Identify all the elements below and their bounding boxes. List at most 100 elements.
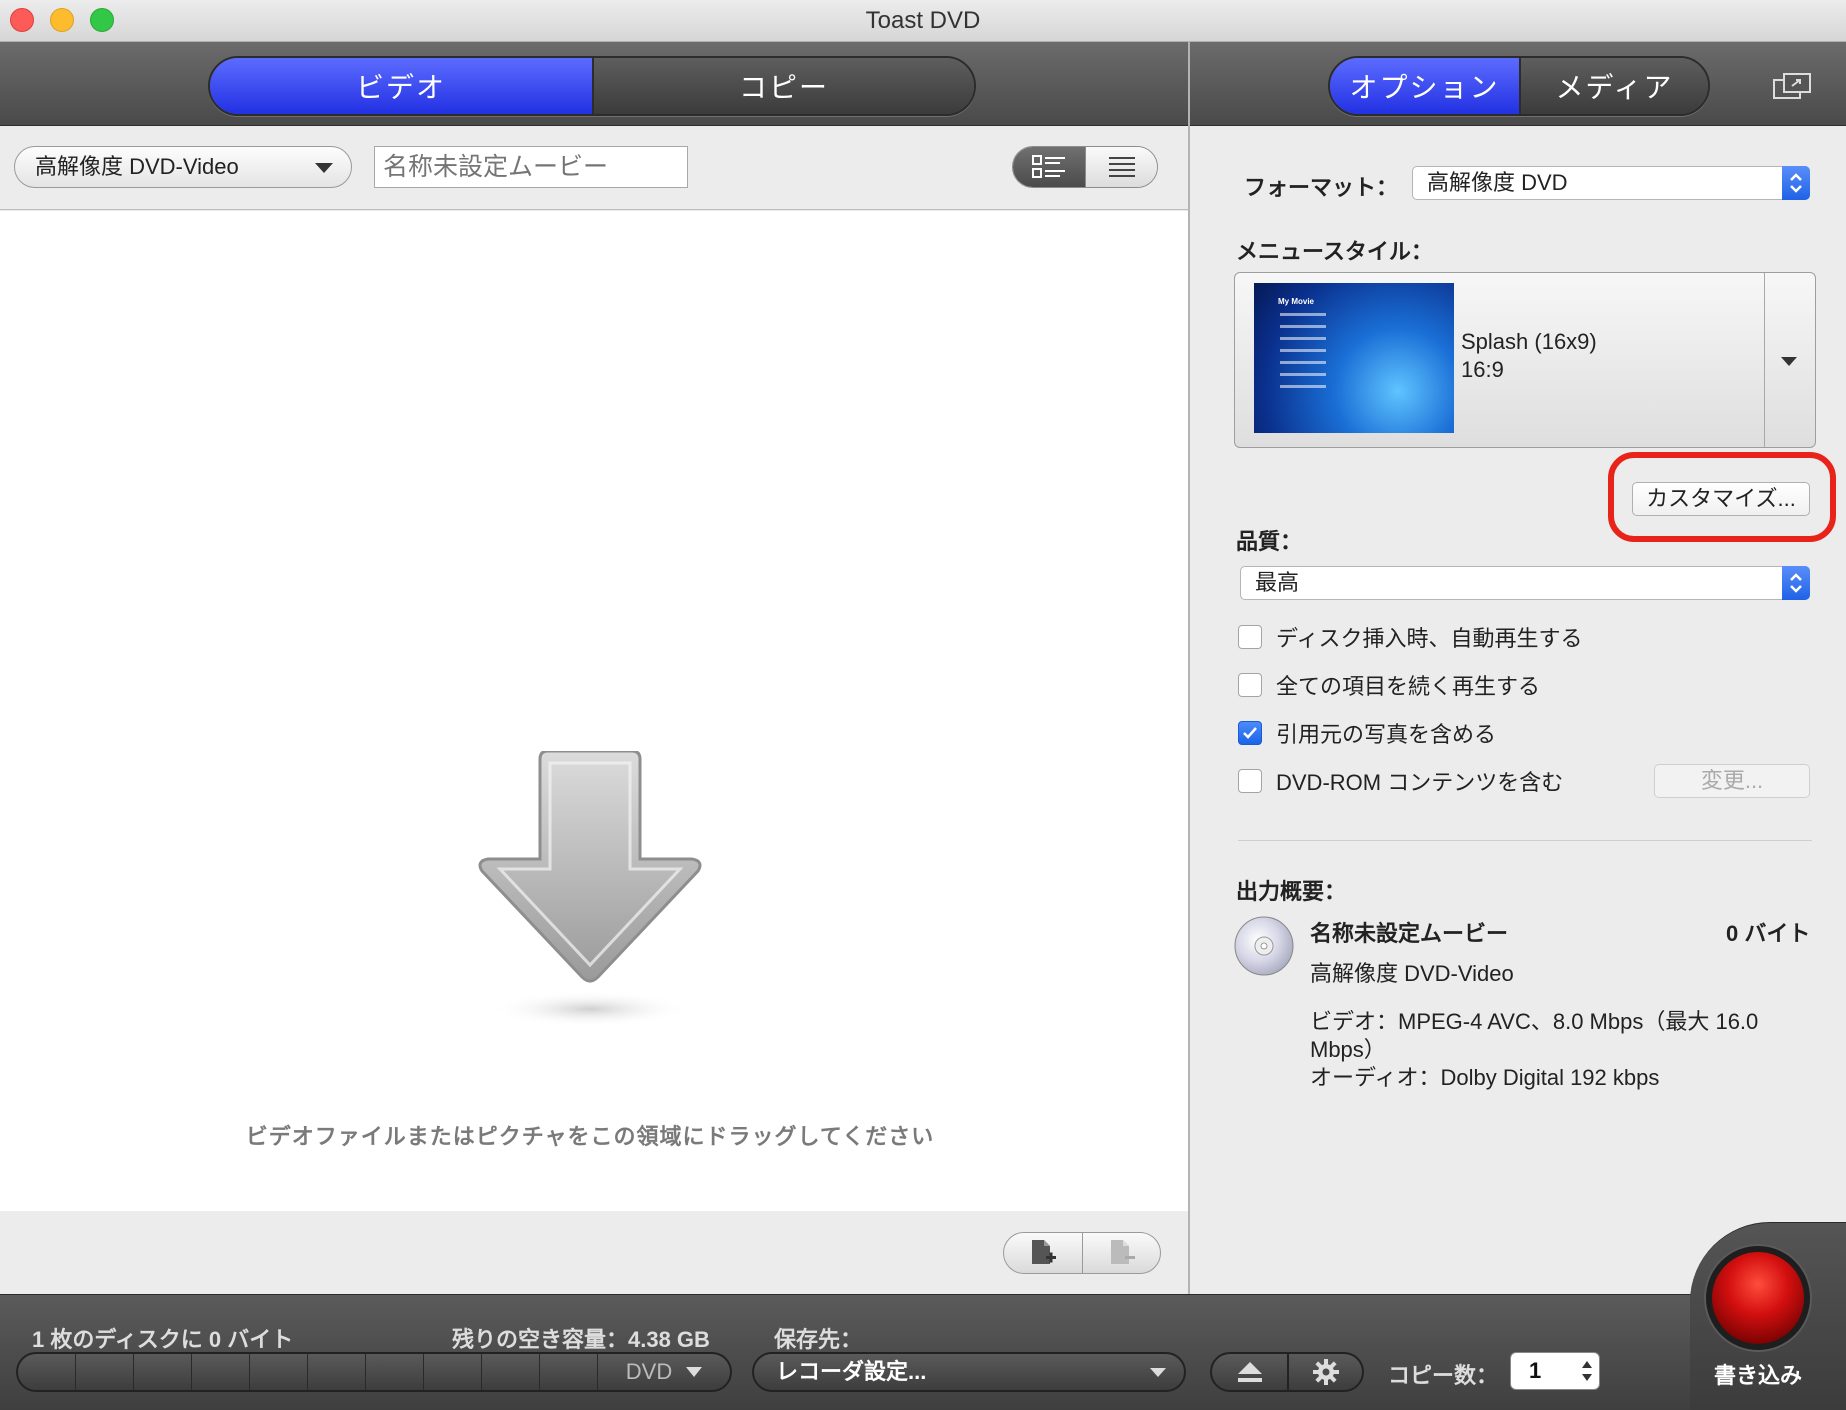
continuous-play-label: 全ての項目を続く再生する	[1276, 674, 1541, 699]
capacity-segment	[366, 1354, 424, 1390]
include-photos-checkbox-row[interactable]: 引用元の写真を含める	[1238, 718, 1496, 748]
stepper-icon	[1582, 1361, 1592, 1381]
chevron-down-icon	[315, 163, 333, 173]
menu-style-name: Splash (16x9)	[1461, 329, 1597, 354]
stepper-icon	[1782, 166, 1810, 200]
autoplay-checkbox-row[interactable]: ディスク挿入時、自動再生する	[1238, 622, 1582, 652]
title-bar: Toast DVD	[0, 0, 1846, 42]
gear-icon	[1312, 1359, 1339, 1385]
drop-hint-text: ビデオファイルまたはピクチャをこの領域にドラッグしてください	[245, 1124, 935, 1149]
menu-style-ratio: 16:9	[1461, 357, 1504, 382]
free-space-text: 残りの空き容量：4.38 GB	[452, 1327, 710, 1352]
project-type-tabs: ビデオ コピー	[208, 56, 976, 116]
list-view-icon	[1032, 155, 1065, 178]
thumbnail-line	[1280, 373, 1326, 376]
continuous-play-checkbox-row[interactable]: 全ての項目を続く再生する	[1238, 670, 1540, 700]
summary-format: 高解像度 DVD-Video	[1310, 961, 1514, 986]
menu-style-thumbnail: My Movie	[1254, 283, 1454, 433]
dvd-rom-checkbox[interactable]	[1238, 769, 1262, 793]
copies-stepper[interactable]: 1	[1510, 1352, 1600, 1390]
remove-file-icon	[1110, 1240, 1135, 1264]
disc-tools	[1210, 1352, 1364, 1392]
list-view-button[interactable]	[1013, 147, 1085, 187]
add-file-icon	[1032, 1240, 1056, 1264]
window-mode-icon[interactable]	[1772, 72, 1812, 102]
file-actions	[1003, 1232, 1161, 1274]
capacity-segment	[424, 1354, 482, 1390]
thumbnail-line	[1280, 361, 1326, 364]
thumbnail-line	[1280, 385, 1326, 388]
chevron-down-icon	[1150, 1368, 1166, 1377]
media-drop-area[interactable]: ビデオファイルまたはピクチャをこの領域にドラッグしてください	[0, 211, 1188, 1211]
chevron-down-icon	[1781, 357, 1797, 366]
destination-select[interactable]: レコーダ設定...	[752, 1352, 1186, 1392]
dvd-format-value: 高解像度 DVD	[1427, 170, 1568, 195]
thumbnail-line	[1280, 349, 1326, 352]
menu-style-divider	[1764, 273, 1765, 447]
capacity-segment	[540, 1354, 598, 1390]
include-photos-label: 引用元の写真を含める	[1276, 722, 1497, 747]
dvd-format-select[interactable]: 高解像度 DVD	[1412, 166, 1810, 200]
capacity-segment	[192, 1354, 250, 1390]
tab-options[interactable]: オプション	[1330, 58, 1519, 114]
copies-label: コピー数：	[1388, 1363, 1499, 1388]
add-file-button[interactable]	[1004, 1233, 1082, 1273]
summary-label: 出力概要：	[1236, 879, 1347, 904]
capacity-segment	[134, 1354, 192, 1390]
capacity-bar: DVD	[16, 1352, 732, 1392]
tab-media[interactable]: メディア	[1519, 58, 1708, 114]
destination-value: レコーダ設定...	[776, 1359, 927, 1384]
include-photos-checkbox[interactable]	[1238, 721, 1262, 745]
checkmark-icon	[1243, 727, 1257, 739]
continuous-play-checkbox[interactable]	[1238, 673, 1262, 697]
thumbnail-line	[1280, 337, 1326, 340]
eject-button[interactable]	[1212, 1354, 1287, 1390]
view-mode-toggle	[1012, 146, 1158, 188]
burn-label: 書き込み	[1713, 1363, 1802, 1388]
summary-title: 名称未設定ムービー	[1310, 921, 1509, 946]
disc-type-value: DVD	[625, 1359, 673, 1384]
section-divider	[1238, 840, 1812, 841]
quality-value: 最高	[1255, 570, 1300, 595]
autoplay-checkbox[interactable]	[1238, 625, 1262, 649]
thumbnail-line	[1280, 313, 1326, 316]
capacity-segment	[482, 1354, 540, 1390]
window-title: Toast DVD	[865, 7, 981, 34]
tab-video[interactable]: ビデオ	[210, 58, 592, 114]
project-format-value: 高解像度 DVD-Video	[35, 154, 239, 179]
change-button[interactable]: 変更...	[1654, 764, 1810, 798]
detail-view-icon	[1108, 157, 1135, 177]
capacity-segment	[76, 1354, 134, 1390]
thumbnail-title: My Movie	[1278, 297, 1315, 306]
format-label: フォーマット：	[1244, 175, 1399, 200]
disc-type-select[interactable]: DVD	[598, 1354, 730, 1390]
project-format-select[interactable]: 高解像度 DVD-Video	[14, 146, 352, 188]
detail-view-button[interactable]	[1085, 147, 1157, 187]
capacity-segment	[18, 1354, 76, 1390]
chevron-down-icon	[686, 1367, 703, 1377]
capacity-segment	[250, 1354, 308, 1390]
stepper-icon	[1782, 566, 1810, 600]
disc-icon	[1234, 916, 1294, 976]
copies-value: 1	[1529, 1358, 1542, 1383]
dvd-rom-checkbox-row[interactable]: DVD-ROM コンテンツを含む	[1238, 766, 1563, 796]
destination-label: 保存先：	[774, 1327, 863, 1352]
capacity-segment	[308, 1354, 366, 1390]
tab-copy[interactable]: コピー	[592, 58, 974, 114]
highlight-annotation	[1608, 452, 1836, 542]
menu-style-label: メニュースタイル：	[1236, 239, 1433, 264]
summary-size: 0 バイト	[1726, 921, 1811, 946]
thumbnail-line	[1280, 325, 1326, 328]
autoplay-label: ディスク挿入時、自動再生する	[1276, 626, 1583, 651]
quality-select[interactable]: 最高	[1240, 566, 1810, 600]
quality-label: 品質：	[1236, 529, 1303, 554]
project-title-input[interactable]	[374, 146, 688, 188]
drop-arrow-icon	[478, 751, 702, 1027]
burn-button[interactable]	[1706, 1246, 1810, 1350]
settings-tabs: オプション メディア	[1328, 56, 1710, 116]
summary-audio: オーディオ：Dolby Digital 192 kbps	[1310, 1065, 1660, 1090]
dvd-rom-label: DVD-ROM コンテンツを含む	[1276, 770, 1564, 795]
settings-button[interactable]	[1287, 1354, 1362, 1390]
remove-file-button[interactable]	[1082, 1233, 1160, 1273]
menu-style-select[interactable]: My Movie Splash (16x9) 16:9	[1234, 272, 1816, 448]
